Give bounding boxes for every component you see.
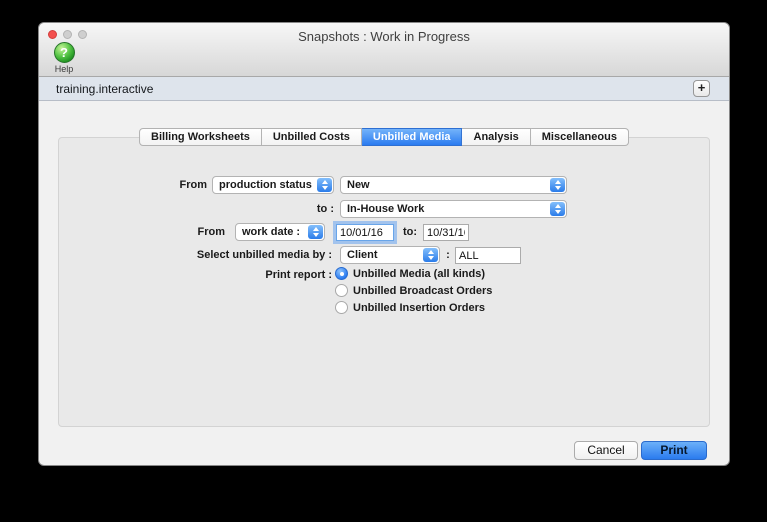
help-icon: ? bbox=[53, 42, 75, 63]
print-report-label: Print report : bbox=[265, 269, 332, 281]
status-from-popup[interactable]: New bbox=[340, 176, 567, 194]
print-button[interactable]: Print bbox=[641, 441, 707, 460]
titlebar: Snapshots : Work in Progress ? Help bbox=[39, 23, 729, 77]
tab-analysis[interactable]: Analysis bbox=[462, 128, 531, 146]
window-title: Snapshots : Work in Progress bbox=[298, 29, 470, 44]
select-by-value-input[interactable] bbox=[455, 247, 521, 264]
radio-unbilled-broadcast[interactable]: Unbilled Broadcast Orders bbox=[335, 283, 492, 298]
popup-stepper-icon bbox=[550, 202, 565, 216]
account-name: training.interactive bbox=[56, 81, 154, 96]
help-label: Help bbox=[54, 64, 74, 74]
select-by-label: Select unbilled media by : bbox=[196, 249, 332, 261]
account-bar[interactable]: training.interactive + bbox=[39, 77, 729, 101]
radio-unselected-icon[interactable] bbox=[335, 301, 348, 314]
radio-unbilled-media[interactable]: Unbilled Media (all kinds) bbox=[335, 266, 485, 281]
date-field-popup[interactable]: work date : bbox=[235, 223, 325, 241]
radio-selected-icon[interactable] bbox=[335, 267, 348, 280]
help-button[interactable]: ? Help bbox=[48, 42, 80, 74]
unbilled-media-panel: From production status : New to : In-Hou… bbox=[58, 137, 710, 427]
cancel-button[interactable]: Cancel bbox=[574, 441, 638, 460]
status-from-label: From bbox=[179, 179, 208, 191]
select-by-popup[interactable]: Client bbox=[340, 246, 440, 264]
status-to-popup[interactable]: In-House Work bbox=[340, 200, 567, 218]
popup-stepper-icon bbox=[423, 248, 438, 262]
tab-bar: Billing Worksheets Unbilled Costs Unbill… bbox=[139, 128, 629, 146]
tab-billing-worksheets[interactable]: Billing Worksheets bbox=[139, 128, 262, 146]
status-to-label: to : bbox=[316, 203, 334, 215]
date-from-input[interactable] bbox=[336, 224, 394, 241]
date-to-input[interactable] bbox=[423, 224, 469, 241]
tab-unbilled-costs[interactable]: Unbilled Costs bbox=[261, 128, 362, 146]
status-field-popup[interactable]: production status : bbox=[212, 176, 334, 194]
radio-unselected-icon[interactable] bbox=[335, 284, 348, 297]
radio-unbilled-insertion[interactable]: Unbilled Insertion Orders bbox=[335, 300, 485, 315]
date-to-label: to: bbox=[402, 226, 418, 238]
select-by-separator: : bbox=[446, 249, 450, 261]
tab-miscellaneous[interactable]: Miscellaneous bbox=[530, 128, 629, 146]
add-button[interactable]: + bbox=[693, 80, 710, 97]
date-from-label: From bbox=[197, 226, 226, 238]
popup-stepper-icon bbox=[550, 178, 565, 192]
popup-stepper-icon bbox=[308, 225, 323, 239]
popup-stepper-icon bbox=[317, 178, 332, 192]
snapshots-window: Snapshots : Work in Progress ? Help trai… bbox=[38, 22, 730, 466]
tab-unbilled-media[interactable]: Unbilled Media bbox=[361, 128, 463, 146]
